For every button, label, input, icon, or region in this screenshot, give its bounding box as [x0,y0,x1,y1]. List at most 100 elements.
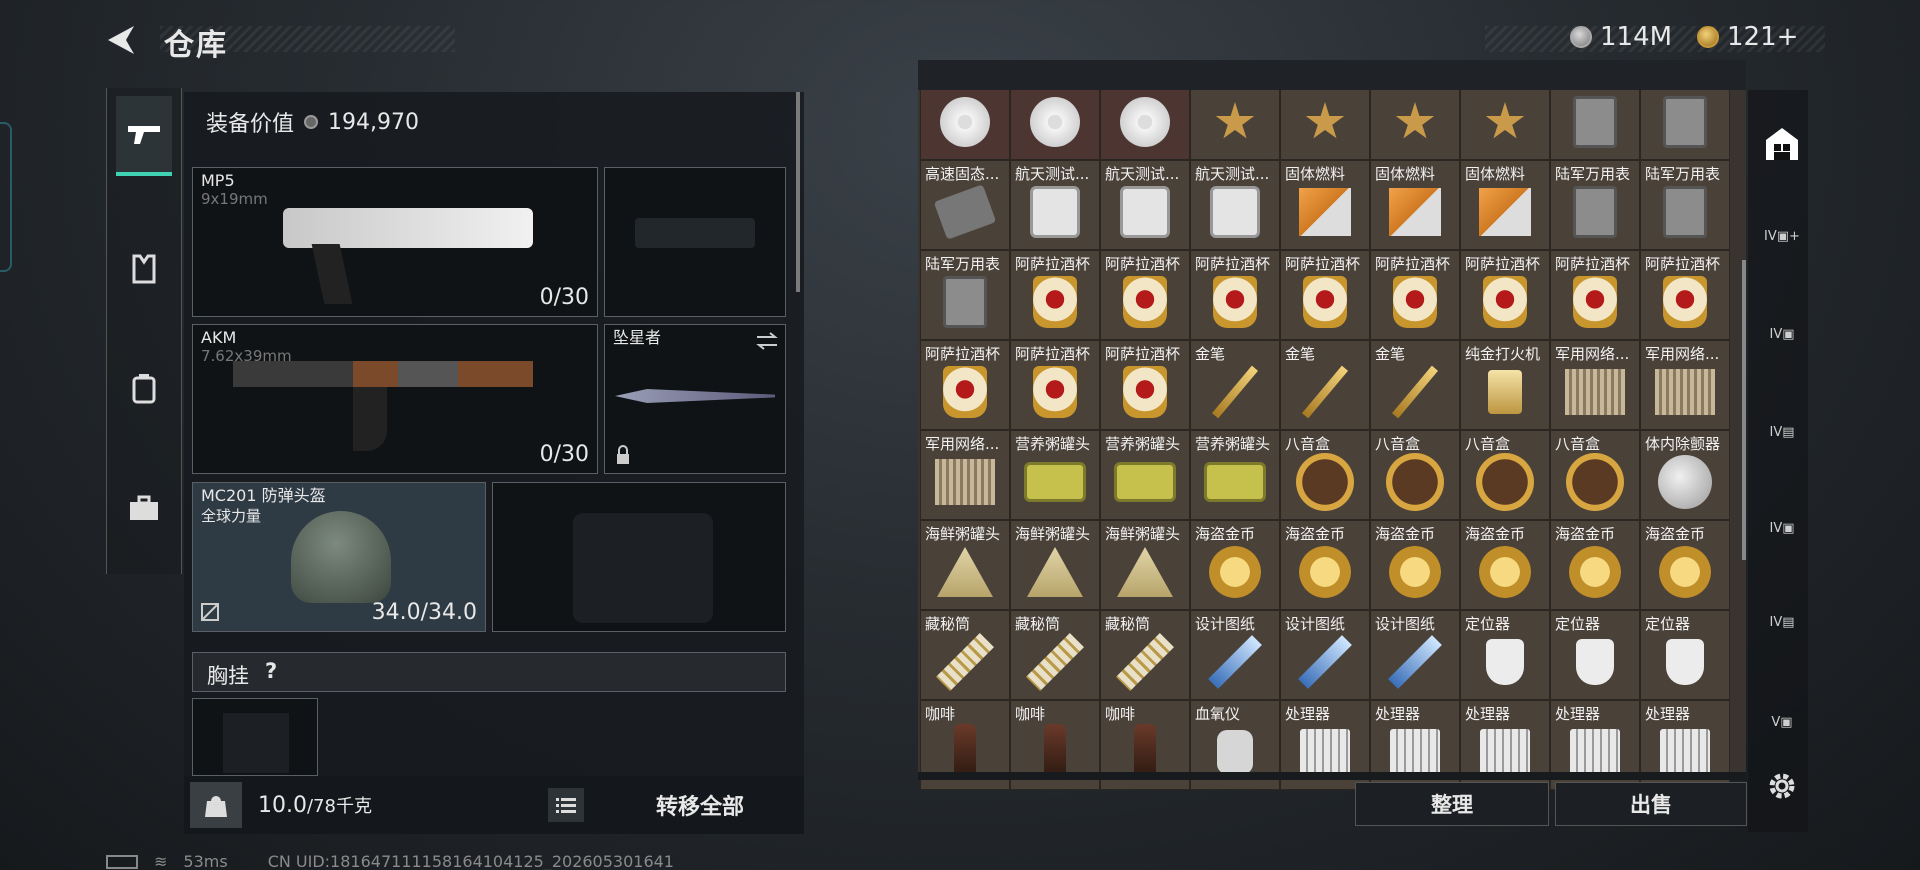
inventory-item[interactable]: 设计图纸 [1280,610,1370,700]
inventory-item[interactable]: 阿萨拉酒杯 [1010,250,1100,340]
item-label: 军用网络... [1555,345,1630,363]
inventory-item[interactable]: 阿萨拉酒杯 [1640,250,1730,340]
inventory-item[interactable]: 设计图纸 [1190,610,1280,700]
side-drawer-tab[interactable] [0,122,12,272]
item-label: 固体燃料 [1285,165,1346,183]
inventory-item[interactable]: 八音盒 [1280,430,1370,520]
item-label: 处理器 [1465,705,1511,723]
transfer-all-button[interactable]: 转移全部 [600,782,800,828]
inventory-item[interactable]: 高速固态... [920,160,1010,250]
inventory-item[interactable]: 陆军万用表 [1640,160,1730,250]
inventory-item[interactable]: 海盗金币 [1460,520,1550,610]
gold-currency[interactable]: 121+ [1697,22,1798,52]
inventory-item[interactable]: 金笔 [1190,340,1280,430]
nav-armor[interactable] [116,228,172,308]
meter-icon [1210,186,1260,239]
inventory-item[interactable]: 海鲜粥罐头 [920,520,1010,610]
inventory-item[interactable]: 阿萨拉酒杯 [1460,250,1550,340]
inventory-item[interactable]: 营养粥罐头 [1100,430,1190,520]
inventory-item[interactable]: 陆军万用表 [1550,160,1640,250]
storage-page-2-tab[interactable]: IV ▣ [1760,312,1804,356]
inventory-item[interactable]: 海盗金币 [1190,520,1280,610]
item-label: 咖啡 [1105,705,1136,723]
sell-button[interactable]: 出售 [1555,782,1747,826]
inventory-item[interactable]: 营养粥罐头 [1010,430,1100,520]
inventory-item[interactable]: 军用网络... [1550,340,1640,430]
cpu-icon [1390,729,1440,776]
inventory-item[interactable]: 体内除颤器 [1640,430,1730,520]
inventory-item[interactable]: 固体燃料 [1370,160,1460,250]
inventory-item[interactable]: 海盗金币 [1550,520,1640,610]
list-view-button[interactable] [548,788,584,822]
settings-button[interactable] [1760,764,1804,808]
inventory-item[interactable]: 军用网络... [1640,340,1730,430]
inventory-item[interactable]: 金笔 [1370,340,1460,430]
inventory-item[interactable]: 阿萨拉酒杯 [1280,250,1370,340]
inventory-item[interactable]: 定位器 [1640,610,1730,700]
pistol-slot-empty[interactable] [604,167,786,317]
inventory-item[interactable]: 固体燃料 [1460,160,1550,250]
sort-button[interactable]: 整理 [1355,782,1549,826]
inventory-item[interactable]: 航天测试... [1190,160,1280,250]
inventory-item[interactable]: 藏秘筒 [1010,610,1100,700]
inventory-item[interactable]: 海盗金币 [1370,520,1460,610]
swap-icon[interactable] [755,331,779,351]
nav-case[interactable] [116,468,172,548]
help-icon[interactable]: ? [265,659,277,683]
inventory-item[interactable]: 海鲜粥罐头 [1100,520,1190,610]
tin-icon [1024,462,1086,503]
melee-slot[interactable]: 坠星者 [604,324,786,474]
inventory-item[interactable]: 海盗金币 [1640,520,1730,610]
no-repair-icon [201,603,219,621]
nav-backpack[interactable] [116,348,172,428]
storage-page-1-tab[interactable]: IV ▣+ [1760,214,1804,258]
inventory-item[interactable]: 海鲜粥罐头 [1010,520,1100,610]
inventory-item[interactable]: 海盗金币 [1280,520,1370,610]
inventory-item[interactable]: 纯金打火机 [1460,340,1550,430]
armor-slot-empty[interactable] [492,482,786,632]
tube-icon [1116,631,1174,693]
inventory-item[interactable]: 八音盒 [1460,430,1550,520]
status-bar: ≋ 53ms CN UID:18164711115816410412​5_202… [106,852,674,870]
inventory-item[interactable]: 八音盒 [1370,430,1460,520]
item-label: 海鲜粥罐头 [925,525,1001,543]
back-arrow-icon[interactable] [104,22,140,58]
storage-home-tab[interactable] [1760,122,1804,166]
inventory-item[interactable]: 阿萨拉酒杯 [920,340,1010,430]
storage-page-3-tab[interactable]: IV ▤ [1760,410,1804,454]
inventory-item[interactable]: 定位器 [1550,610,1640,700]
loadout-scrollbar[interactable] [796,92,800,292]
inventory-item[interactable]: 阿萨拉酒杯 [1100,340,1190,430]
nav-weapons[interactable] [116,96,172,176]
inventory-item[interactable]: 固体燃料 [1280,160,1370,250]
inventory-item[interactable]: 营养粥罐头 [1190,430,1280,520]
inventory-item[interactable]: 阿萨拉酒杯 [1370,250,1460,340]
secondary-weapon-slot[interactable]: AKM 7.62x39mm 0/30 [192,324,598,474]
storage-page-5-tab[interactable]: IV ▤ [1760,600,1804,644]
item-label: 阿萨拉酒杯 [1105,345,1181,363]
inventory-item[interactable]: 金笔 [1280,340,1370,430]
inventory-item[interactable]: 阿萨拉酒杯 [1100,250,1190,340]
storage-page-6-tab[interactable]: V ▣ [1760,700,1804,744]
tube-icon [1026,631,1084,693]
inventory-item[interactable]: 阿萨拉酒杯 [1010,340,1100,430]
inventory-item[interactable]: 军用网络... [920,430,1010,520]
inventory-item[interactable]: 藏秘筒 [920,610,1010,700]
primary-weapon-slot[interactable]: MP5 9x19mm 0/30 [192,167,598,317]
helmet-slot[interactable]: MC201 防弹头盔 全球力量 34.0/34.0 [192,482,486,632]
warehouse-icon [1766,128,1798,160]
inventory-item[interactable]: 八音盒 [1550,430,1640,520]
inventory-item[interactable]: 航天测试... [1100,160,1190,250]
storage-scrollbar[interactable] [1742,260,1746,560]
inventory-item[interactable]: 阿萨拉酒杯 [1190,250,1280,340]
item-label: 处理器 [1555,705,1601,723]
inventory-item[interactable]: 设计图纸 [1370,610,1460,700]
inventory-item[interactable]: 阿萨拉酒杯 [1550,250,1640,340]
storage-page-4-tab[interactable]: IV ▣ [1760,506,1804,550]
tag-icon [1486,639,1524,686]
inventory-item[interactable]: 定位器 [1460,610,1550,700]
inventory-item[interactable]: 航天测试... [1010,160,1100,250]
inventory-item[interactable]: 藏秘筒 [1100,610,1190,700]
inventory-item[interactable]: 陆军万用表 [920,250,1010,340]
chest-rig-slot-empty[interactable] [192,698,318,776]
